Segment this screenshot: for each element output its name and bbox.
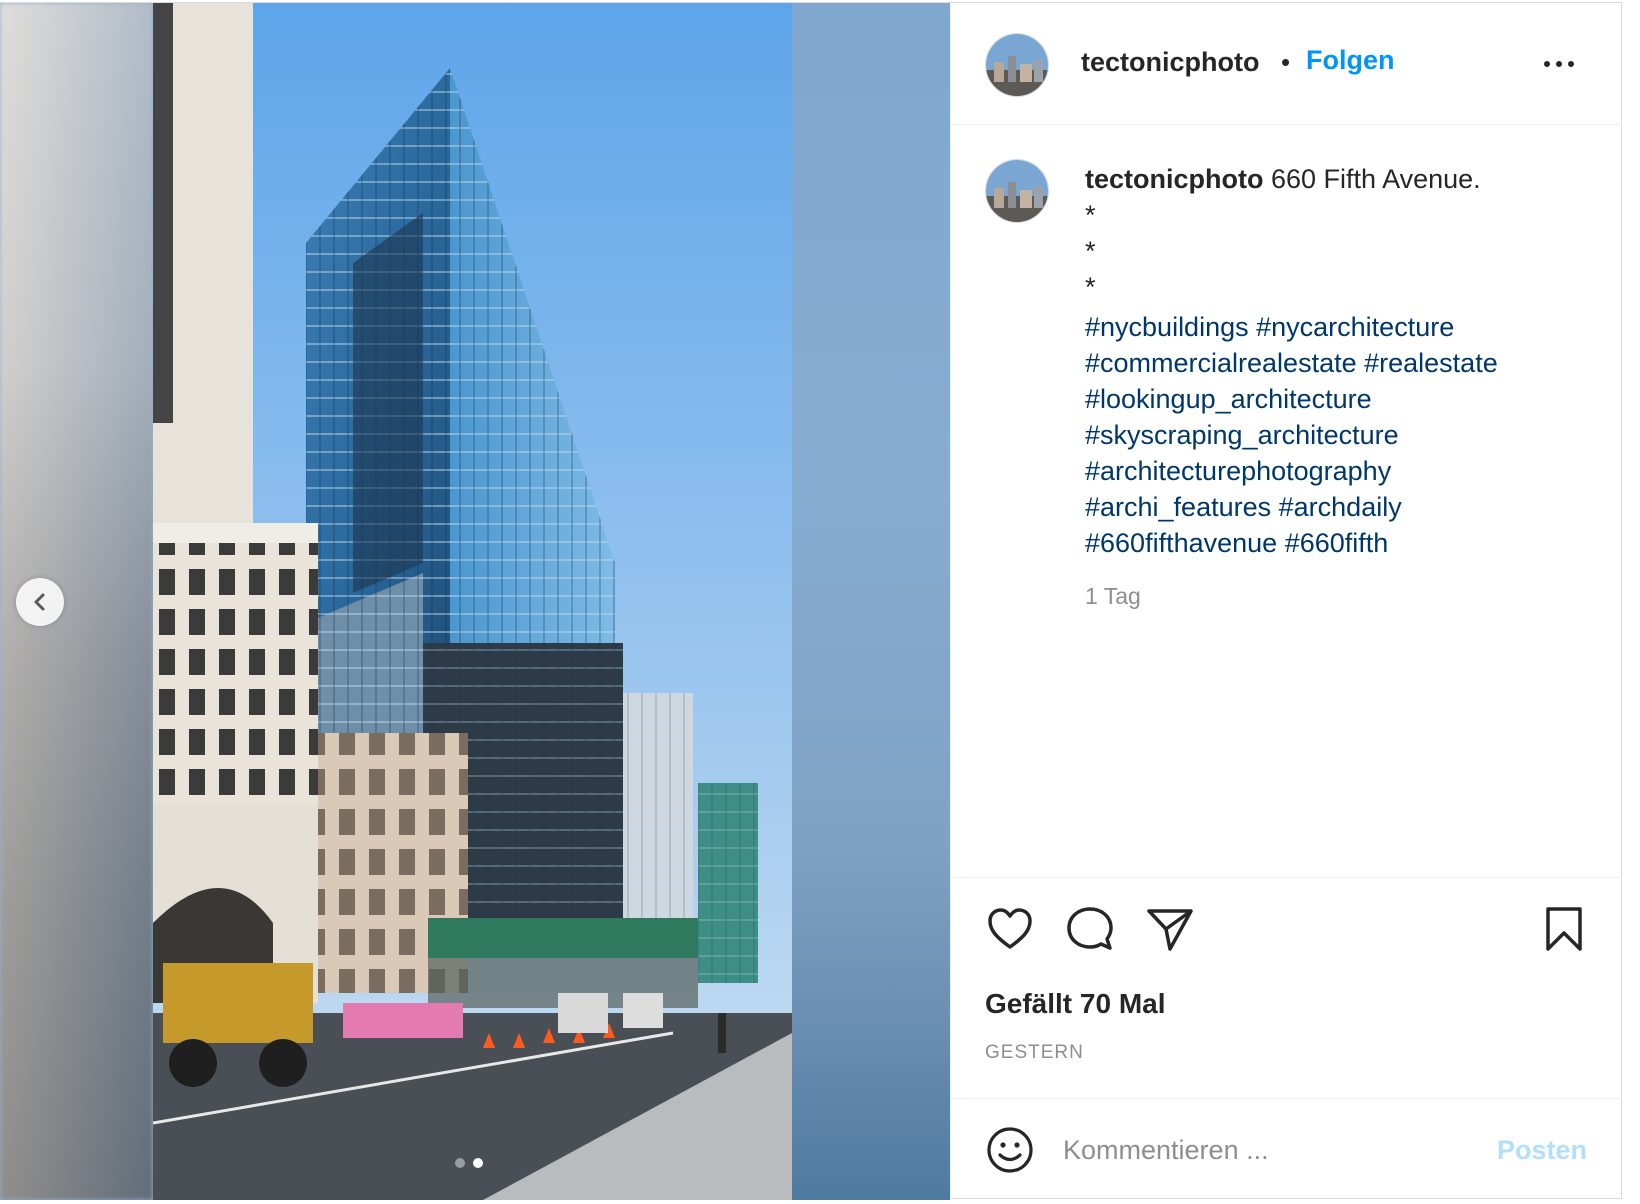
hashtag-link[interactable]: #archdaily [1279,492,1402,522]
carousel-dot-active [473,1158,483,1168]
hashtag-line: #commercialrealestate #realestate [1085,345,1595,381]
header-separator: • [1281,47,1291,77]
like-button[interactable] [985,904,1035,954]
caption-section: tectonicphoto 660 Fifth Avenue. * * * #n… [951,125,1622,877]
save-button[interactable] [1539,904,1589,954]
caption-body: 660 Fifth Avenue. [1271,164,1481,194]
follow-button[interactable]: Folgen [1306,45,1395,76]
action-bar: Gefällt 70 Mal GESTERN [951,877,1622,1099]
carousel-dot [455,1158,465,1168]
paper-plane-icon [1147,909,1193,951]
skyscraper-photo-illustration [153,3,792,1200]
hashtag-link[interactable]: #realestate [1364,348,1498,378]
caption-star: * [1085,272,1096,302]
bookmark-icon [1546,907,1582,951]
hashtag-line: #skyscraping_architecture [1085,417,1595,453]
hashtag-link[interactable]: #skyscraping_architecture [1085,420,1399,450]
hashtag-list: #nycbuildings #nycarchitecture #commerci… [1085,309,1595,561]
caption-star: * [1085,200,1096,230]
instagram-post: tectonicphoto • Folgen tectonicphoto 660… [0,2,1622,1200]
heart-icon [988,908,1032,949]
hashtag-line: #architecturephotography [1085,453,1595,489]
hashtag-link[interactable]: #archi_features [1085,492,1271,522]
share-button[interactable] [1145,904,1195,954]
comment-bar: Posten [951,1099,1622,1200]
hashtag-link[interactable]: #nycbuildings [1085,312,1249,342]
avatar-image [986,34,1048,96]
hashtag-link[interactable]: #architecturephotography [1085,456,1391,486]
hashtag-line: #archi_features #archdaily [1085,489,1595,525]
comment-input[interactable] [1063,1127,1463,1173]
likes-count[interactable]: Gefällt 70 Mal [985,988,1166,1020]
hashtag-link[interactable]: #660fifthavenue [1085,528,1277,558]
caption-star: * [1085,236,1096,266]
hashtag-link[interactable]: #660fifth [1285,528,1389,558]
hashtag-line: #lookingup_architecture [1085,381,1595,417]
comment-icon [1067,907,1113,950]
media-blur-background-right [792,3,950,1200]
post-comment-button[interactable]: Posten [1497,1135,1587,1166]
avatar-image [986,160,1048,222]
author-avatar[interactable] [985,33,1049,97]
hashtag-line: #660fifthavenue #660fifth [1085,525,1595,561]
emoji-button[interactable] [985,1125,1035,1175]
post-header: tectonicphoto • Folgen [951,3,1622,125]
comment-button[interactable] [1065,904,1115,954]
hashtag-link[interactable]: #nycarchitecture [1256,312,1454,342]
chevron-left-icon [34,593,45,611]
author-username[interactable]: tectonicphoto [1081,47,1259,78]
caption-text: tectonicphoto 660 Fifth Avenue. * * * #n… [1085,161,1595,561]
post-side-panel: tectonicphoto • Folgen tectonicphoto 660… [950,3,1622,1200]
hashtag-link[interactable]: #lookingup_architecture [1085,384,1372,414]
post-media[interactable] [0,3,950,1200]
caption-username[interactable]: tectonicphoto [1085,164,1263,194]
caption-author-avatar[interactable] [985,159,1049,223]
hashtag-link[interactable]: #commercialrealestate [1085,348,1357,378]
caption-timestamp[interactable]: 1 Tag [1085,583,1141,610]
post-date[interactable]: GESTERN [985,1042,1084,1064]
emoji-icon [987,1127,1033,1173]
carousel-indicator [455,1158,483,1168]
hashtag-line: #nycbuildings #nycarchitecture [1085,309,1595,345]
carousel-prev-button[interactable] [16,578,64,626]
post-photo [153,3,792,1200]
more-options-icon[interactable] [1539,49,1579,79]
